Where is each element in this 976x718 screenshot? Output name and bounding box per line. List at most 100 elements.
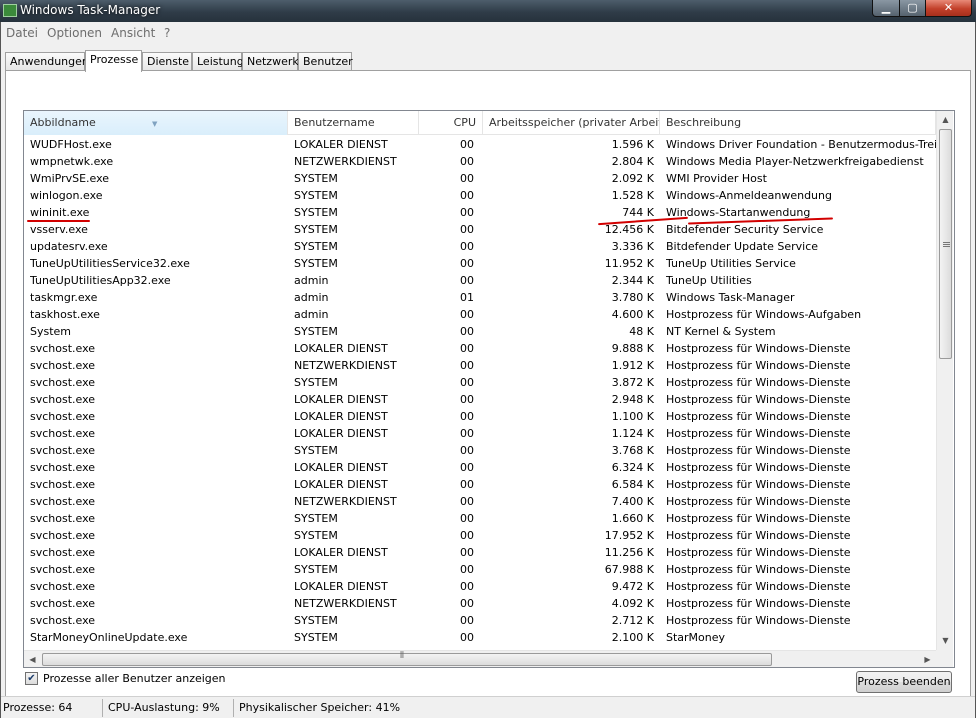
table-row[interactable]: TuneUpUtilitiesService32.exe SYSTEM 00 11.9… [24,255,936,272]
maximize-button[interactable]: ▢ [899,0,926,17]
column-header-arbeitsspeicher[interactable]: Arbeitsspeicher (privater Arbeit... [483,111,660,135]
table-row[interactable]: taskmgr.exe admin 01 3.780 K Windows Task-Ma… [24,289,936,306]
scroll-up-icon[interactable]: ▲ [937,111,954,128]
cell-memory: 2.100 K [611,631,654,644]
horizontal-scrollbar[interactable]: ◀ ⦀ ▶ [24,650,936,667]
cell-cpu: 00 [460,410,474,423]
column-header-abbildname[interactable]: ▼ Abbildname [24,111,288,135]
end-process-button[interactable]: Prozess beenden [856,671,952,693]
cell-image-name: wininit.exe [30,206,90,219]
cell-memory: 9.888 K [611,342,654,355]
table-row[interactable]: System SYSTEM 00 48 K NT Kernel & System [24,323,936,340]
table-row[interactable]: taskhost.exe admin 00 4.600 K Hostprozess fü… [24,306,936,323]
cell-image-name: svchost.exe [30,393,96,406]
table-row[interactable]: WmiPrvSE.exe SYSTEM 00 2.092 K WMI Provider … [24,170,936,187]
table-row[interactable]: svchost.exe LOKALER DIENST 00 11.256 K Hostp… [24,544,936,561]
cell-user-name: SYSTEM [294,376,338,389]
cell-user-name: SYSTEM [294,257,338,270]
cell-description: Hostprozess für Windows-Dienste [666,529,851,542]
cell-image-name: TuneUpUtilitiesApp32.exe [30,274,171,287]
cell-user-name: LOKALER DIENST [294,138,388,151]
table-row[interactable]: svchost.exe SYSTEM 00 3.872 K Hostprozess fü… [24,374,936,391]
scroll-down-icon[interactable]: ▼ [937,632,954,649]
column-header-benutzername[interactable]: Benutzername [288,111,419,135]
table-row[interactable]: svchost.exe SYSTEM 00 1.660 K Hostprozess fü… [24,510,936,527]
horizontal-scroll-thumb[interactable]: ⦀ [42,651,772,666]
cell-image-name: svchost.exe [30,512,96,525]
sort-down-icon: ▼ [152,120,158,128]
table-row[interactable]: svchost.exe LOKALER DIENST 00 2.948 K Hostpr… [24,391,936,408]
table-row[interactable]: StarMoneyOnlineUpdate.exe SYSTEM 00 2.100 K… [24,629,936,646]
cell-cpu: 00 [460,393,474,406]
vertical-scrollbar[interactable]: ▲ ▼ [936,111,953,650]
show-all-users-checkbox[interactable]: ✔ [25,672,38,685]
table-row[interactable]: svchost.exe SYSTEM 00 67.988 K Hostprozess f… [24,561,936,578]
cell-cpu: 00 [460,478,474,491]
table-row[interactable]: svchost.exe LOKALER DIENST 00 1.100 K Hostpr… [24,408,936,425]
table-row[interactable]: svchost.exe LOKALER DIENST 00 6.324 K Hostpr… [24,459,936,476]
grip-icon: ⦀ [400,651,404,661]
process-list[interactable]: ▼ Abbildname Benutzername CPU Arbeitsspe… [23,110,955,668]
cell-memory: 6.584 K [611,478,654,491]
cell-description: Hostprozess für Windows-Dienste [666,410,851,423]
table-row[interactable]: vsserv.exe SYSTEM 00 12.456 K Bitdefender Se… [24,221,936,238]
cell-image-name: svchost.exe [30,376,96,389]
cell-image-name: svchost.exe [30,359,96,372]
table-row[interactable]: svchost.exe LOKALER DIENST 00 9.888 K Hostpr… [24,340,936,357]
tab-netzwerk[interactable]: Netzwerk [242,52,299,71]
close-button[interactable]: ✕ [925,0,972,17]
table-row[interactable]: updatesrv.exe SYSTEM 00 3.336 K Bitdefender … [24,238,936,255]
title-bar[interactable]: Windows Task-Manager ▁ ▢ ✕ [0,0,976,22]
menu-ansicht[interactable]: Ansicht [111,26,155,40]
scroll-corner [936,650,953,667]
table-row[interactable]: WUDFHost.exe LOKALER DIENST 00 1.596 K Windo… [24,136,936,153]
cell-image-name: svchost.exe [30,478,96,491]
cell-description: Hostprozess für Windows-Dienste [666,597,851,610]
cell-description: Hostprozess für Windows-Dienste [666,427,851,440]
status-separator [233,699,234,717]
cell-cpu: 00 [460,138,474,151]
column-header-beschreibung[interactable]: Beschreibung [660,111,936,135]
table-row[interactable]: svchost.exe SYSTEM 00 2.712 K Hostprozess fü… [24,612,936,629]
table-row[interactable]: wmpnetwk.exe NETZWERKDIENST 00 2.804 K Windo… [24,153,936,170]
cell-user-name: SYSTEM [294,512,338,525]
table-row[interactable]: svchost.exe LOKALER DIENST 00 9.472 K Hostpr… [24,578,936,595]
table-row[interactable]: svchost.exe SYSTEM 00 3.768 K Hostprozess fü… [24,442,936,459]
cell-image-name: svchost.exe [30,614,96,627]
column-header-cpu[interactable]: CPU [419,111,483,135]
cell-memory: 9.472 K [611,580,654,593]
table-row[interactable]: winlogon.exe SYSTEM 00 1.528 K Windows-Anmel… [24,187,936,204]
status-process-count: Prozesse: 64 [3,701,73,714]
menu-bar: Datei Optionen Ansicht ? [1,22,975,44]
menu-datei[interactable]: Datei [6,26,38,40]
annotation-underline-name [27,220,90,222]
cell-image-name: updatesrv.exe [30,240,108,253]
window-frame: Datei Optionen Ansicht ? Anwendungen Pro… [0,22,976,718]
cell-user-name: admin [294,291,329,304]
cell-memory: 2.092 K [611,172,654,185]
table-row[interactable]: svchost.exe SYSTEM 00 17.952 K Hostprozess f… [24,527,936,544]
tab-dienste[interactable]: Dienste [142,52,192,71]
cell-memory: 7.400 K [611,495,654,508]
cell-description: Hostprozess für Windows-Dienste [666,444,851,457]
vertical-scroll-thumb[interactable] [939,129,952,359]
table-row[interactable]: svchost.exe NETZWERKDIENST 00 1.912 K Hostpr… [24,357,936,374]
cell-user-name: NETZWERKDIENST [294,155,397,168]
table-row[interactable]: svchost.exe LOKALER DIENST 00 6.584 K Hostpr… [24,476,936,493]
cell-memory: 4.092 K [611,597,654,610]
tab-prozesse[interactable]: Prozesse [85,50,142,72]
table-row[interactable]: svchost.exe NETZWERKDIENST 00 4.092 K Hostpr… [24,595,936,612]
minimize-button[interactable]: ▁ [872,0,900,17]
table-row[interactable]: svchost.exe NETZWERKDIENST 00 7.400 K Hostpr… [24,493,936,510]
scroll-left-icon[interactable]: ◀ [24,651,41,667]
tab-anwendungen[interactable]: Anwendungen [5,52,89,71]
table-row[interactable]: svchost.exe LOKALER DIENST 00 1.124 K Hostpr… [24,425,936,442]
menu-optionen[interactable]: Optionen [47,26,102,40]
scroll-right-icon[interactable]: ▶ [919,651,936,667]
tab-benutzer[interactable]: Benutzer [298,52,353,71]
table-row[interactable]: TuneUpUtilitiesApp32.exe admin 00 2.344 K Tu… [24,272,936,289]
tab-leistung[interactable]: Leistung [192,52,244,71]
cell-description: StarMoney [666,631,726,644]
cell-memory: 1.912 K [611,359,654,372]
menu-help[interactable]: ? [164,26,170,40]
